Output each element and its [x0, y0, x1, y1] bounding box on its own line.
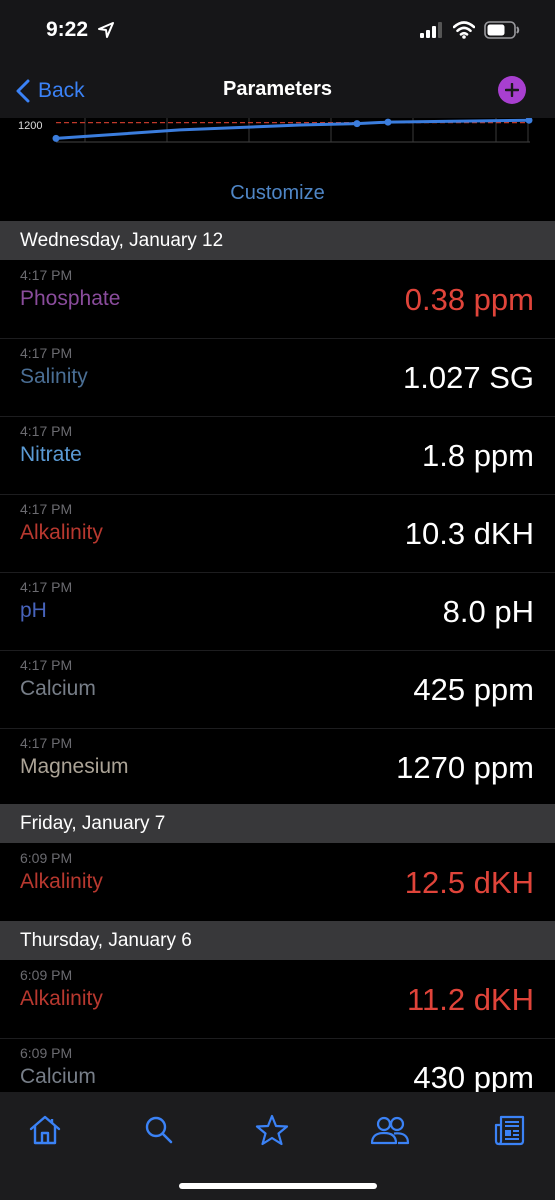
entry-parameter: pH: [20, 599, 47, 622]
entry-parameter: Calcium: [20, 1065, 96, 1088]
star-icon: [255, 1114, 289, 1146]
chart-y-tick: 1200: [18, 120, 42, 132]
list-item[interactable]: 4:17 PM Phosphate 0.38 ppm: [0, 260, 555, 339]
location-arrow-icon: [98, 22, 114, 38]
customize-link[interactable]: Customize: [0, 182, 555, 205]
status-time: 9:22: [46, 18, 89, 41]
entry-value: 8.0 pH: [442, 594, 534, 629]
entry-time: 6:09 PM: [20, 850, 73, 866]
list-item[interactable]: 4:17 PM Salinity 1.027 SG: [0, 338, 555, 417]
navigation-bar: Back Parameters: [0, 62, 555, 118]
home-indicator: [179, 1183, 377, 1189]
tab-favorites[interactable]: [252, 1110, 292, 1150]
entry-time: 4:17 PM: [20, 267, 73, 283]
entry-value: 12.5 dKH: [404, 865, 534, 900]
wifi-icon: [453, 21, 475, 39]
entry-time: 4:17 PM: [20, 735, 73, 751]
list-item[interactable]: 4:17 PM pH 8.0 pH: [0, 572, 555, 651]
list-item[interactable]: 4:17 PM Alkalinity 10.3 dKH: [0, 494, 555, 573]
section-header: Thursday, January 6: [0, 921, 555, 960]
entry-parameter: Magnesium: [20, 755, 129, 778]
entry-value: 0.38 ppm: [404, 282, 534, 317]
entry-parameter: Alkalinity: [20, 987, 103, 1010]
list-item[interactable]: 6:09 PM Alkalinity 11.2 dKH: [0, 960, 555, 1039]
entry-time: 4:17 PM: [20, 345, 73, 361]
entry-parameter: Phosphate: [20, 287, 121, 310]
list-item[interactable]: 4:17 PM Calcium 425 ppm: [0, 650, 555, 729]
status-bar: 9:22: [0, 0, 555, 62]
plus-icon: [505, 83, 519, 97]
entry-parameter: Nitrate: [20, 443, 82, 466]
newspaper-icon: [494, 1115, 525, 1146]
entry-time: 4:17 PM: [20, 657, 73, 673]
entry-value: 430 ppm: [413, 1060, 534, 1095]
cellular-signal-icon: [420, 22, 442, 38]
entry-time: 4:17 PM: [20, 423, 73, 439]
list-item[interactable]: 4:17 PM Nitrate 1.8 ppm: [0, 416, 555, 495]
page-title: Parameters: [223, 78, 332, 100]
entry-time: 4:17 PM: [20, 579, 73, 595]
chart-point: [525, 118, 533, 124]
entry-value: 425 ppm: [413, 672, 534, 707]
entry-value: 1.027 SG: [403, 360, 534, 395]
entry-time: 6:09 PM: [20, 967, 73, 983]
entry-value: 10.3 dKH: [404, 516, 534, 551]
section-date: Thursday, January 6: [20, 930, 192, 951]
chart-point: [52, 134, 60, 142]
section-header: Wednesday, January 12: [0, 221, 555, 260]
tab-community[interactable]: [370, 1110, 410, 1150]
entry-value: 1270 ppm: [396, 750, 534, 785]
list-item[interactable]: 6:09 PM Alkalinity 12.5 dKH: [0, 843, 555, 922]
tab-home[interactable]: [25, 1110, 65, 1150]
tab-search[interactable]: [139, 1110, 179, 1150]
tab-news[interactable]: [490, 1110, 530, 1150]
people-icon: [370, 1116, 410, 1145]
entry-time: 4:17 PM: [20, 501, 73, 517]
battery-icon: [484, 21, 520, 39]
entry-value: 11.2 dKH: [407, 982, 534, 1017]
section-date: Wednesday, January 12: [20, 230, 224, 251]
list-item[interactable]: 4:17 PM Magnesium 1270 ppm: [0, 728, 555, 807]
chart-point: [353, 120, 361, 128]
entry-parameter: Salinity: [20, 365, 88, 388]
section-header: Friday, January 7: [0, 804, 555, 843]
search-icon: [145, 1116, 173, 1144]
section-date: Friday, January 7: [20, 813, 166, 834]
entry-value: 1.8 ppm: [421, 438, 534, 473]
entry-parameter: Alkalinity: [20, 870, 103, 893]
entry-parameter: Alkalinity: [20, 521, 103, 544]
home-icon: [29, 1115, 61, 1145]
add-button[interactable]: [498, 76, 526, 104]
entry-time: 6:09 PM: [20, 1045, 73, 1061]
entry-parameter: Calcium: [20, 677, 96, 700]
chart-point: [384, 118, 392, 126]
parameter-chart: 1200: [18, 118, 533, 143]
